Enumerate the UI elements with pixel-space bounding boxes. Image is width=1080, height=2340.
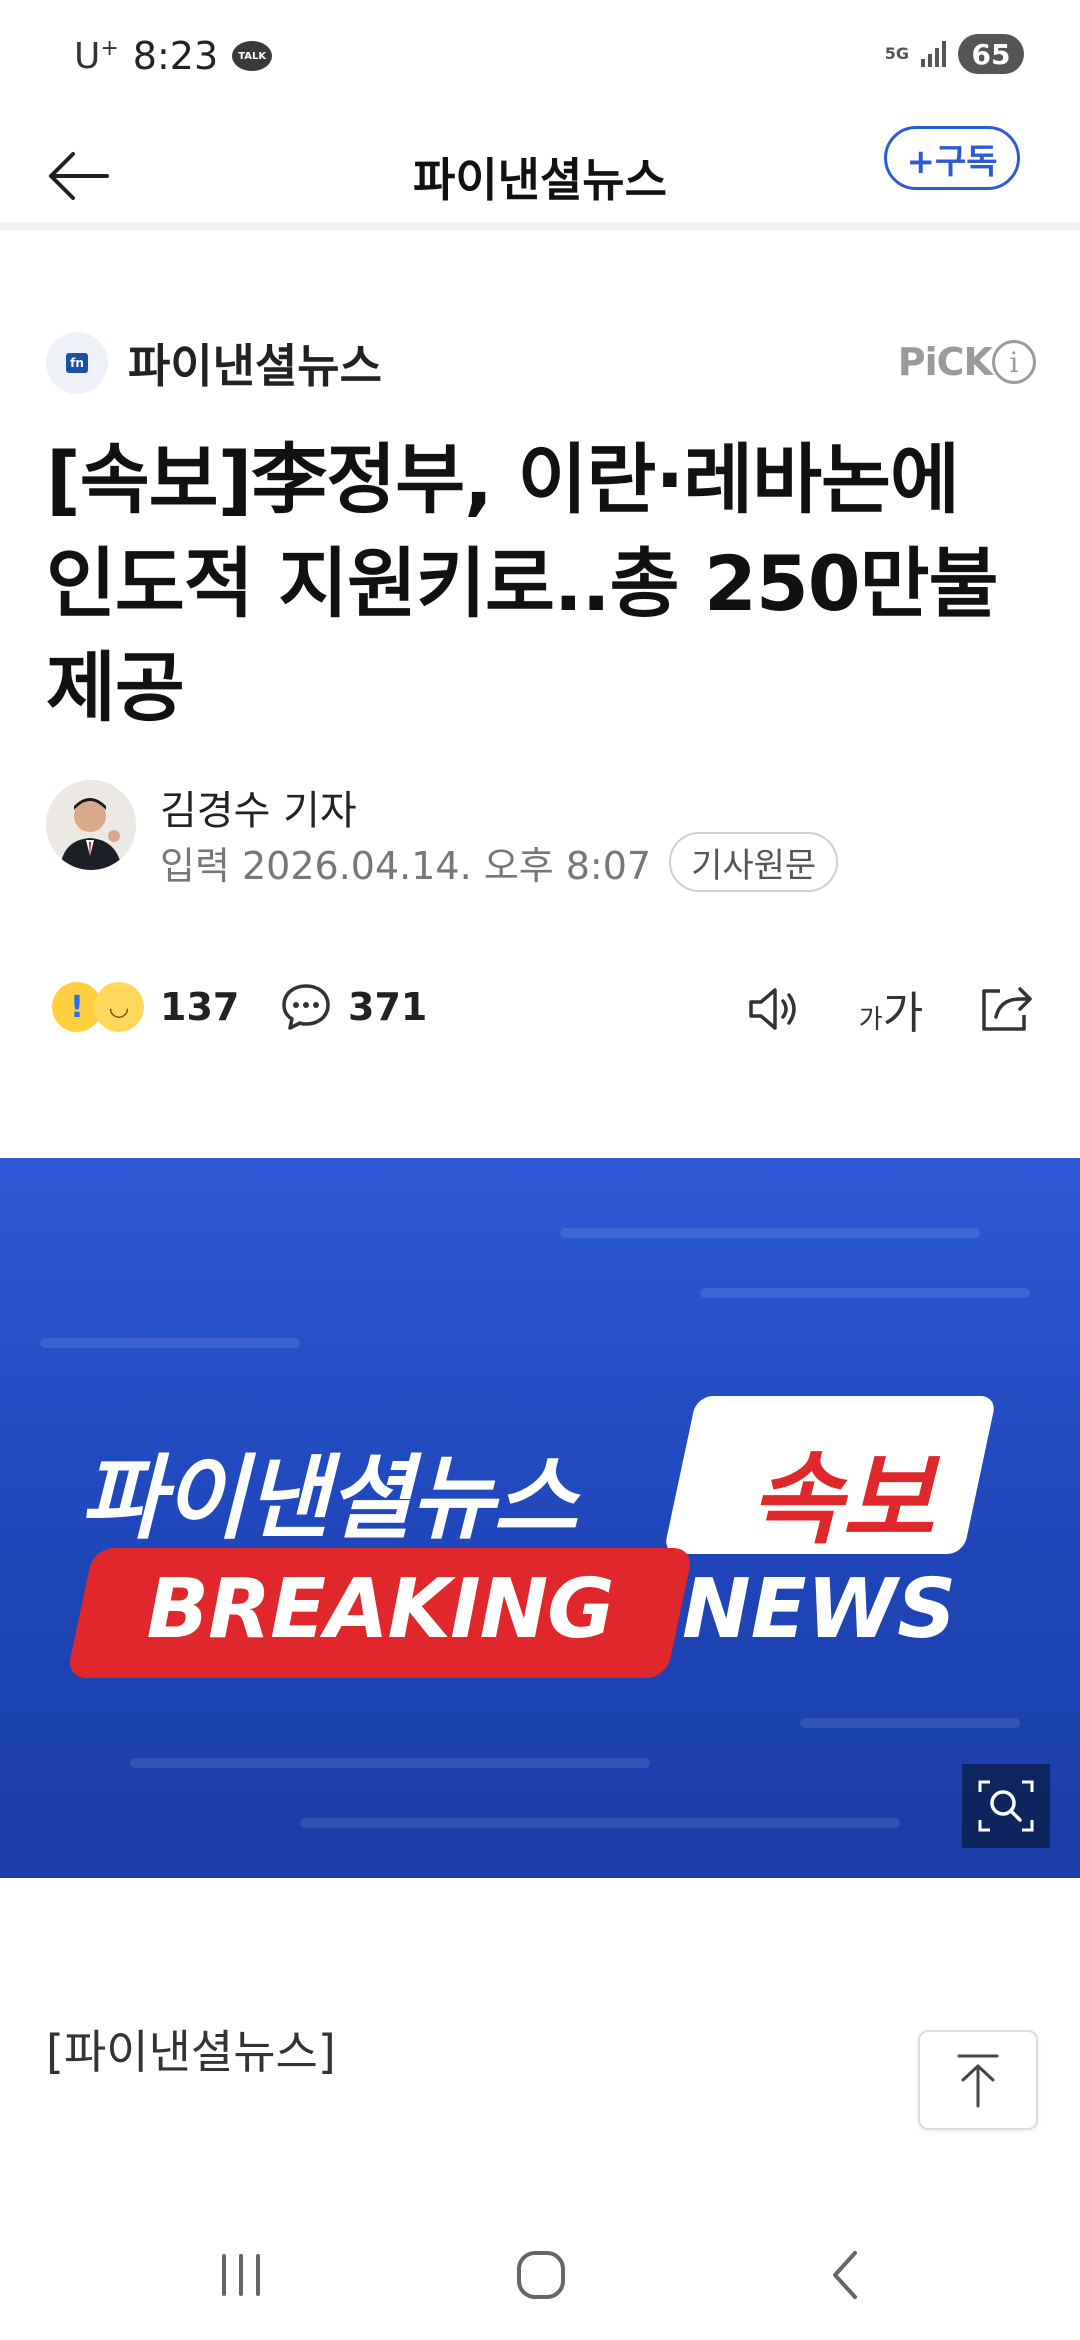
reaction-count: 137: [160, 985, 240, 1029]
home-icon: [517, 2251, 565, 2299]
nav-back-button[interactable]: [800, 2240, 890, 2310]
comment-count: 371: [348, 985, 428, 1029]
press-logo[interactable]: fn: [46, 332, 108, 394]
banner-sokbo-text: 속보: [750, 1441, 934, 1558]
article-headline: [속보]李정부, 이란·레바논에 인도적 지원키로..총 250만불 제공: [46, 435, 999, 732]
original-article-button[interactable]: 기사원문: [669, 832, 839, 892]
network-5g-icon: 5G: [884, 44, 909, 63]
reaction-button[interactable]: ! ◡ 137: [52, 982, 239, 1032]
banner-news-text: NEWS: [682, 1562, 957, 1657]
nav-back-icon: [833, 2251, 857, 2299]
recent-apps-button[interactable]: [196, 2240, 286, 2310]
scroll-top-button[interactable]: [918, 2030, 1038, 2130]
article-meta: 입력 2026.04.14. 오후 8:07 기사원문: [160, 832, 839, 892]
press-name[interactable]: 파이낸셜뉴스: [128, 330, 382, 396]
talk-notification-icon: TALK: [232, 41, 273, 71]
status-right: 5G 65: [885, 34, 1024, 74]
image-zoom-button[interactable]: [962, 1764, 1050, 1848]
reporter-name[interactable]: 김경수 기자: [160, 778, 357, 836]
tool-icons: 가가: [740, 976, 1042, 1042]
banner-breaking-text: BREAKING: [146, 1562, 614, 1657]
article-image[interactable]: 파이낸셜뉴스 속보 BREAKING NEWS: [0, 1158, 1080, 1878]
smile-emoji-icon: ◡: [94, 982, 144, 1032]
signal-icon: [921, 41, 946, 67]
font-size-icon: 가가: [858, 988, 924, 1039]
share-button[interactable]: [972, 976, 1042, 1042]
subscribe-button[interactable]: +구독: [884, 126, 1020, 190]
comment-bubble-icon: [282, 984, 330, 1030]
scroll-top-icon: [957, 2054, 999, 2108]
system-nav-bar: [0, 2210, 1080, 2340]
app-bar: 파이낸셜뉴스 +구독: [0, 118, 1080, 230]
battery-indicator: 65: [958, 34, 1024, 74]
avatar-image: [46, 780, 136, 870]
speaker-icon: [749, 988, 796, 1030]
press-row: fn 파이낸셜뉴스 PiCK i: [46, 328, 1036, 398]
reporter-info: 김경수 기자 입력 2026.04.14. 오후 8:07 기사원문: [46, 778, 1036, 892]
banner-brand-text: 파이낸셜뉴스: [80, 1445, 578, 1552]
tts-button[interactable]: [740, 976, 810, 1042]
article-body-source: [파이낸셜뉴스]: [46, 2025, 336, 2079]
info-icon[interactable]: i: [992, 340, 1036, 384]
status-time: 8:23: [132, 34, 219, 78]
input-date: 입력 2026.04.14. 오후 8:07: [160, 843, 652, 888]
article-actions: ! ◡ 137 371 가가: [52, 976, 1042, 1042]
status-left: U+ 8:23 TALK: [74, 34, 273, 78]
font-size-button[interactable]: 가가: [856, 976, 926, 1042]
reporter-avatar[interactable]: [46, 780, 136, 870]
recent-apps-icon: [222, 2254, 260, 2296]
pick-label: PiCK: [897, 340, 993, 384]
banner-brand: 파이낸셜뉴스 속보: [70, 1396, 997, 1558]
comment-button[interactable]: 371: [280, 982, 427, 1032]
home-button[interactable]: [496, 2240, 586, 2310]
status-bar: U+ 8:23 TALK 5G 65: [0, 0, 1080, 118]
zoom-icon: [978, 1780, 1034, 1832]
carrier-label: U+: [74, 35, 119, 77]
share-icon: [982, 987, 1032, 1031]
